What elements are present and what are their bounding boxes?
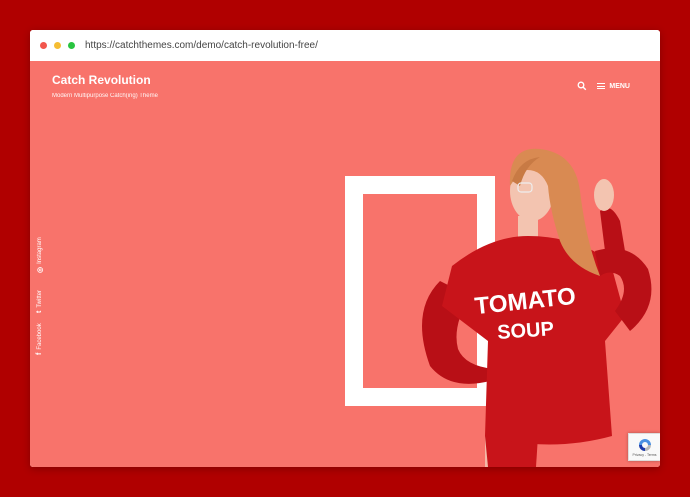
instagram-icon: ◎ <box>37 266 44 273</box>
browser-toolbar: https://catchthemes.com/demo/catch-revol… <box>30 30 660 62</box>
social-link-instagram[interactable]: ◎ Instagram <box>36 237 44 273</box>
hamburger-icon <box>597 81 606 90</box>
site-branding: Catch Revolution Modern Multipurpose Cat… <box>52 73 158 99</box>
twitter-icon: t <box>36 310 43 313</box>
page-viewport: Catch Revolution Modern Multipurpose Cat… <box>30 61 660 467</box>
close-window-button[interactable] <box>40 42 47 49</box>
shirt-text-line2: SOUP <box>497 318 555 344</box>
menu-button[interactable]: MENU <box>597 81 630 90</box>
minimize-window-button[interactable] <box>54 42 61 49</box>
social-label-instagram: Instagram <box>37 237 43 264</box>
address-bar[interactable]: https://catchthemes.com/demo/catch-revol… <box>85 40 318 51</box>
social-label-facebook: Facebook <box>36 323 43 350</box>
browser-window: https://catchthemes.com/demo/catch-revol… <box>30 30 660 467</box>
facebook-icon: f <box>36 352 43 355</box>
hero-model-image: TOMATO SOUP <box>422 148 652 467</box>
social-link-facebook[interactable]: f Facebook <box>36 323 43 355</box>
social-link-twitter[interactable]: t Twitter <box>36 290 43 313</box>
recaptcha-badge[interactable]: Privacy - Terms <box>628 433 660 461</box>
search-icon[interactable] <box>577 81 587 91</box>
social-label-twitter: Twitter <box>36 289 43 308</box>
recaptcha-icon <box>638 438 651 451</box>
menu-label: MENU <box>609 82 630 90</box>
site-title[interactable]: Catch Revolution <box>52 73 158 87</box>
social-links: f Facebook t Twitter ◎ Instagram <box>36 231 50 355</box>
site-tagline: Modern Multipurpose Catch(ing) Theme <box>52 93 158 99</box>
maximize-window-button[interactable] <box>68 42 75 49</box>
header-nav: MENU <box>577 81 630 91</box>
recaptcha-label[interactable]: Privacy - Terms <box>632 453 656 457</box>
